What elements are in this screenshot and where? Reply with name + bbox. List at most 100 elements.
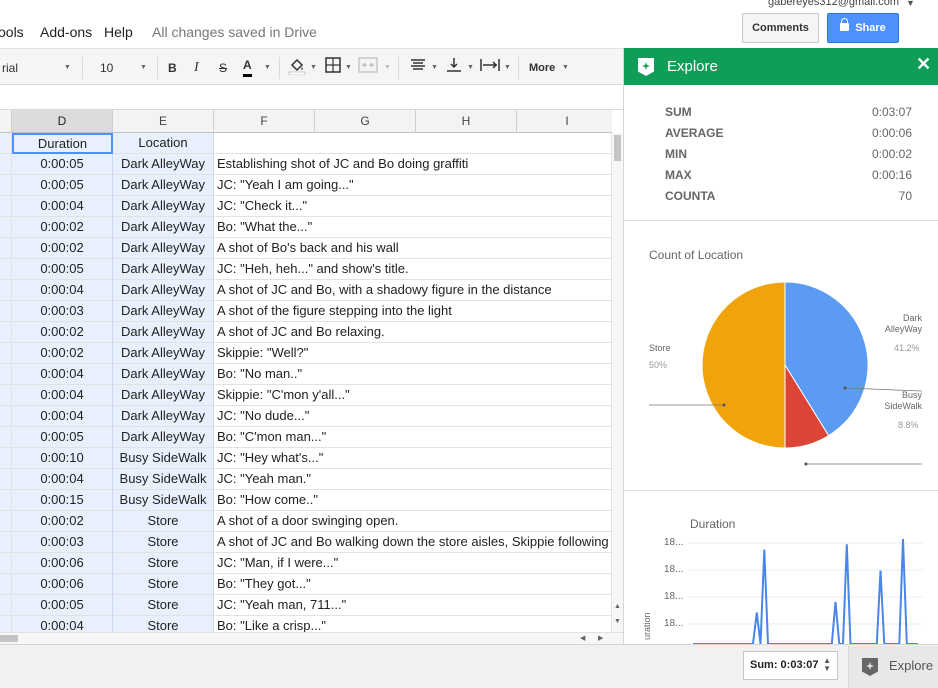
cell-left[interactable] [0,406,12,427]
cell-description[interactable]: A shot of JC and Bo, with a shadowy figu… [214,280,612,301]
cell-description[interactable]: JC: "Yeah man, 711..." [214,595,612,616]
cell-duration[interactable]: 0:00:02 [12,511,113,532]
font-size-select[interactable]: 10 [100,57,113,79]
comments-button[interactable]: Comments [742,13,819,43]
align-horizontal-icon[interactable] [410,57,426,79]
cell-left[interactable] [0,343,12,364]
cell-duration[interactable]: 0:00:05 [12,427,113,448]
align-vertical-icon[interactable] [446,57,462,79]
cell-description[interactable]: JC: "Hey what's..." [214,448,612,469]
cell-duration[interactable]: 0:00:05 [12,154,113,175]
sum-selector[interactable]: Sum: 0:03:07 ▲ ▼ [743,651,838,680]
cell-left[interactable] [0,301,12,322]
cell-location[interactable]: Dark AlleyWay [113,406,214,427]
cell-duration[interactable]: 0:00:02 [12,217,113,238]
cell-duration[interactable]: 0:00:05 [12,595,113,616]
cell-location-header[interactable]: Location [113,133,214,154]
cell-duration[interactable]: 0:00:02 [12,238,113,259]
vertical-scroll-thumb[interactable] [614,135,621,161]
cell-location[interactable]: Store [113,616,214,632]
cell-left[interactable] [0,532,12,553]
cell-location[interactable]: Store [113,532,214,553]
cell-location[interactable]: Store [113,595,214,616]
merge-cells-icon[interactable] [358,57,378,79]
cell-left[interactable] [0,427,12,448]
cell-location[interactable]: Busy SideWalk [113,490,214,511]
scroll-right-arrow-icon[interactable]: ▶ [598,634,603,642]
close-icon[interactable]: ✕ [916,54,931,75]
text-wrap-caret-icon[interactable]: ▼ [504,57,511,79]
cell-description[interactable]: JC: "Yeah man." [214,469,612,490]
cell-location[interactable]: Busy SideWalk [113,469,214,490]
explore-button[interactable]: Explore [848,646,938,688]
cell-left[interactable] [0,175,12,196]
cell-location[interactable]: Dark AlleyWay [113,343,214,364]
cell-description[interactable]: A shot of Bo's back and his wall [214,238,612,259]
cell-left[interactable] [0,553,12,574]
borders-icon[interactable] [325,57,341,79]
share-button[interactable]: Share [827,13,899,43]
cell-description[interactable]: A shot of the figure stepping into the l… [214,301,612,322]
cell-description[interactable]: Skippie: "Well?" [214,343,612,364]
text-color-button[interactable]: A [243,57,252,77]
fill-color-caret-icon[interactable]: ▼ [310,57,317,79]
cell-duration[interactable]: 0:00:04 [12,280,113,301]
formula-bar[interactable] [0,85,623,110]
cell-description[interactable]: Skippie: "C'mon y'all..." [214,385,612,406]
column-header-g[interactable]: G [315,110,416,133]
horizontal-scrollbar[interactable]: ◀ ▶ [0,632,623,644]
cell-duration[interactable]: 0:00:04 [12,385,113,406]
cell-location[interactable]: Busy SideWalk [113,448,214,469]
borders-caret-icon[interactable]: ▼ [345,57,352,79]
pie-slice-store[interactable] [701,281,786,449]
text-color-caret-icon[interactable]: ▼ [264,57,271,79]
duration-line-chart[interactable] [688,534,928,644]
menu-add-ons[interactable]: Add-ons [40,24,92,40]
cell-duration[interactable]: 0:00:04 [12,469,113,490]
cell-location[interactable]: Dark AlleyWay [113,427,214,448]
font-family-caret-icon[interactable]: ▼ [64,57,71,79]
cell-location[interactable]: Store [113,553,214,574]
cell-duration-header[interactable]: Duration [12,133,113,154]
column-header-e[interactable]: E [113,110,214,133]
cell-description[interactable]: A shot of JC and Bo walking down the sto… [214,532,612,553]
cell-location[interactable]: Dark AlleyWay [113,385,214,406]
cell-left[interactable] [0,364,12,385]
cell-duration[interactable]: 0:00:04 [12,364,113,385]
account-caret-icon[interactable]: ▼ [906,0,915,8]
cell-duration[interactable]: 0:00:15 [12,490,113,511]
cell-left[interactable] [0,595,12,616]
cell-description[interactable]: A shot of JC and Bo relaxing. [214,322,612,343]
scroll-left-arrow-icon[interactable]: ◀ [580,634,585,642]
cell-description[interactable]: Bo: "They got..." [214,574,612,595]
cell-duration[interactable]: 0:00:06 [12,553,113,574]
column-header-h[interactable]: H [416,110,517,133]
cell-duration[interactable]: 0:00:02 [12,343,113,364]
cell-left[interactable] [0,196,12,217]
cell-description[interactable]: Bo: "What the..." [214,217,612,238]
cell-location[interactable]: Dark AlleyWay [113,154,214,175]
menu-tools[interactable]: ools [0,24,24,40]
cell-duration[interactable]: 0:00:03 [12,301,113,322]
cell-duration[interactable]: 0:00:06 [12,574,113,595]
cell-location[interactable]: Dark AlleyWay [113,196,214,217]
cell-location[interactable]: Dark AlleyWay [113,238,214,259]
cell-description[interactable]: Bo: "C'mon man..." [214,427,612,448]
scroll-down-arrow-icon[interactable]: ▼ [614,618,621,625]
duration-series-line[interactable] [693,538,918,644]
cell-duration[interactable]: 0:00:04 [12,406,113,427]
cell-description[interactable]: Bo: "How come.." [214,490,612,511]
align-horizontal-caret-icon[interactable]: ▼ [431,57,438,79]
text-wrap-icon[interactable] [480,57,500,79]
cell-duration[interactable]: 0:00:05 [12,175,113,196]
column-header-c[interactable] [0,110,12,133]
cell-description-header[interactable] [214,133,612,154]
cell-location[interactable]: Dark AlleyWay [113,301,214,322]
cell-duration[interactable]: 0:00:10 [12,448,113,469]
location-pie-chart[interactable] [624,258,938,488]
column-header-d[interactable]: D [12,110,113,133]
cell-duration[interactable]: 0:00:05 [12,259,113,280]
account-email[interactable]: gabereyes312@gmail.com [768,0,899,8]
column-header-f[interactable]: F [214,110,315,133]
cell-description[interactable]: JC: "Man, if I were..." [214,553,612,574]
